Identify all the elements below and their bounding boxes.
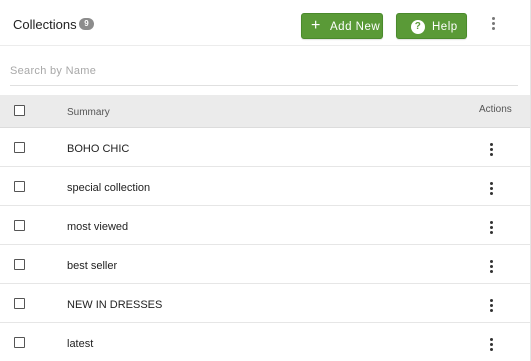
question-circle-icon: ? xyxy=(411,20,425,34)
search-input[interactable] xyxy=(10,62,518,86)
collection-name: BOHO CHIC xyxy=(67,143,130,155)
table-row[interactable]: special collection xyxy=(0,167,530,206)
table-row[interactable]: NEW IN DRESSES xyxy=(0,284,530,323)
collection-name: NEW IN DRESSES xyxy=(67,299,163,311)
page-title: Collections xyxy=(13,17,77,32)
row-checkbox[interactable] xyxy=(14,298,25,309)
row-checkbox[interactable] xyxy=(14,142,25,153)
table-row[interactable]: BOHO CHIC xyxy=(0,128,530,167)
row-actions-more-icon[interactable] xyxy=(484,258,500,276)
collection-name: latest xyxy=(67,338,94,350)
add-new-label: Add New xyxy=(330,21,381,33)
select-all-checkbox[interactable] xyxy=(14,105,25,116)
table-row[interactable]: best seller xyxy=(0,245,530,284)
panel-header: Collections 9 + Add New ? Help xyxy=(0,0,530,46)
column-header-actions: Actions xyxy=(479,104,512,115)
collection-name: best seller xyxy=(67,260,118,272)
collection-name: special collection xyxy=(67,182,151,194)
help-button[interactable]: ? Help xyxy=(396,13,467,39)
row-checkbox[interactable] xyxy=(14,220,25,231)
collection-name: most viewed xyxy=(67,221,129,233)
row-actions-more-icon[interactable] xyxy=(484,180,500,198)
row-actions-more-icon[interactable] xyxy=(484,219,500,237)
add-new-button[interactable]: + Add New xyxy=(301,13,383,39)
row-actions-more-icon[interactable] xyxy=(484,336,500,354)
row-actions-more-icon[interactable] xyxy=(484,141,500,159)
plus-icon: + xyxy=(311,17,321,34)
row-checkbox[interactable] xyxy=(14,181,25,192)
row-checkbox[interactable] xyxy=(14,337,25,348)
row-checkbox[interactable] xyxy=(14,259,25,270)
table-header: Summary Actions xyxy=(0,95,530,128)
table-row[interactable]: most viewed xyxy=(0,206,530,245)
column-header-summary: Summary xyxy=(67,107,110,118)
collection-count-badge: 9 xyxy=(79,18,94,30)
help-label: Help xyxy=(432,21,458,33)
table-row[interactable]: latest xyxy=(0,323,530,361)
row-actions-more-icon[interactable] xyxy=(484,297,500,315)
collections-panel: Collections 9 + Add New ? Help Summary A… xyxy=(0,0,531,361)
header-more-options-icon[interactable] xyxy=(486,15,502,33)
